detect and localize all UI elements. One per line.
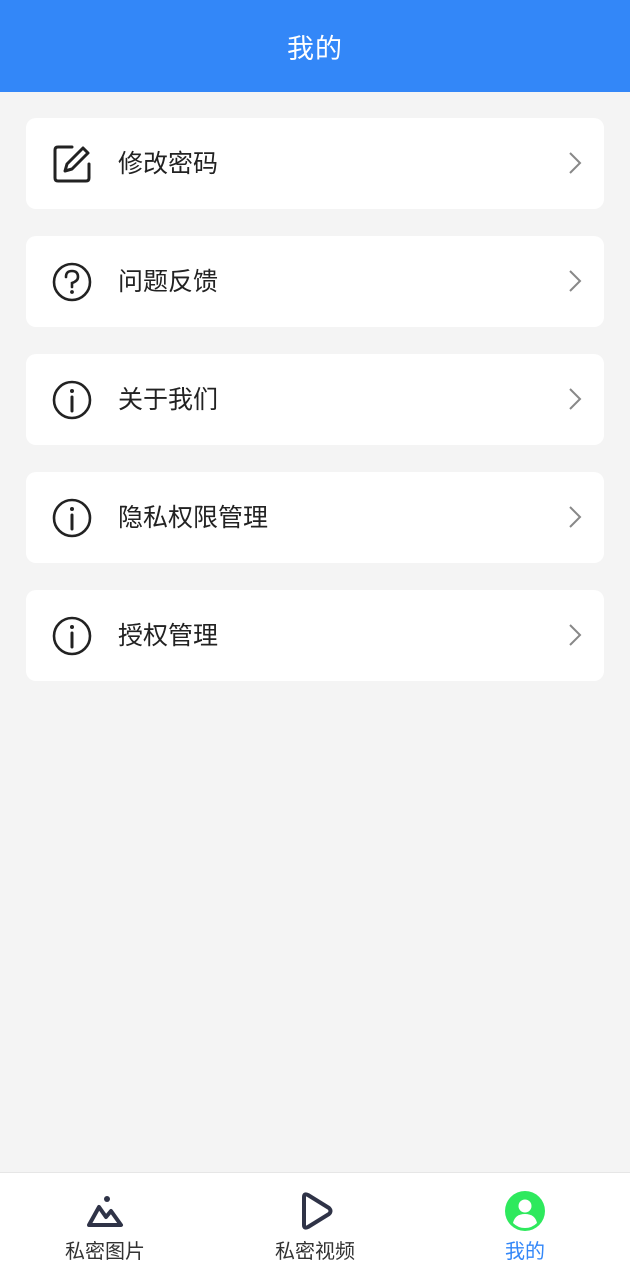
mountain-photo-icon — [85, 1191, 125, 1231]
settings-menu: 修改密码 问题反馈 关于我们 隐私权限管理 授权管理 — [26, 118, 604, 708]
menu-item-label: 问题反馈 — [118, 267, 219, 296]
chevron-right-icon — [568, 269, 582, 293]
menu-item-about-us[interactable]: 关于我们 — [26, 354, 604, 445]
edit-icon — [52, 144, 92, 184]
question-icon — [52, 262, 92, 302]
page-title: 我的 — [287, 33, 343, 65]
top-app-bar: 我的 — [0, 0, 630, 92]
tab-label: 私密视频 — [275, 1239, 355, 1263]
tab-mine[interactable]: 我的 — [420, 1173, 630, 1281]
info-icon — [52, 616, 92, 656]
bottom-tab-bar: 私密图片 私密视频 我的 — [0, 1172, 630, 1281]
menu-item-label: 授权管理 — [118, 621, 219, 650]
menu-item-authorization[interactable]: 授权管理 — [26, 590, 604, 681]
tab-label: 我的 — [505, 1239, 545, 1263]
chevron-right-icon — [568, 151, 582, 175]
info-icon — [52, 380, 92, 420]
menu-item-label: 修改密码 — [118, 149, 219, 178]
menu-item-label: 关于我们 — [118, 385, 219, 414]
tab-private-photos[interactable]: 私密图片 — [0, 1173, 210, 1281]
menu-item-feedback[interactable]: 问题反馈 — [26, 236, 604, 327]
chevron-right-icon — [568, 387, 582, 411]
play-icon — [295, 1191, 335, 1231]
user-icon — [505, 1191, 545, 1231]
tab-label: 私密图片 — [65, 1239, 145, 1263]
menu-item-privacy-permissions[interactable]: 隐私权限管理 — [26, 472, 604, 563]
chevron-right-icon — [568, 623, 582, 647]
info-icon — [52, 498, 92, 538]
chevron-right-icon — [568, 505, 582, 529]
tab-private-videos[interactable]: 私密视频 — [210, 1173, 420, 1281]
menu-item-label: 隐私权限管理 — [118, 503, 269, 532]
menu-item-change-password[interactable]: 修改密码 — [26, 118, 604, 209]
